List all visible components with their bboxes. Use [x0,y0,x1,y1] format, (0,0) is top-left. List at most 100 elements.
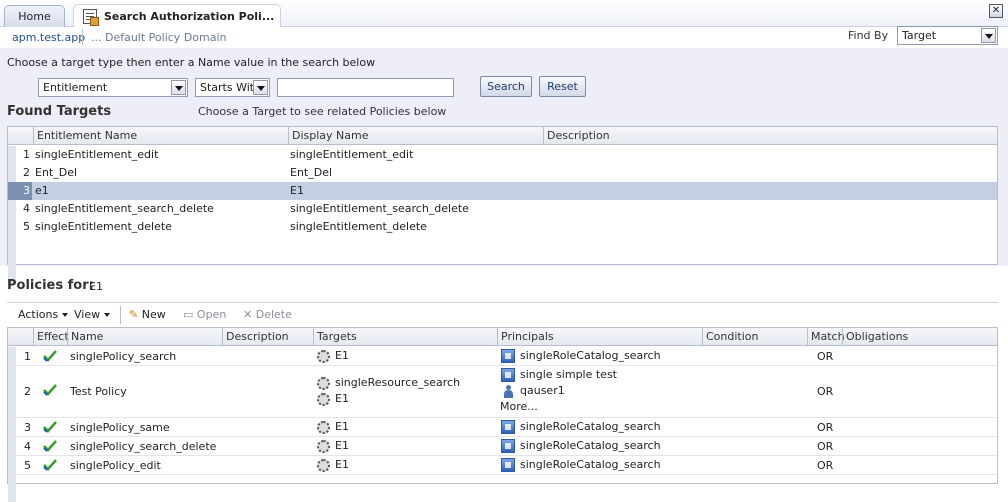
find-by-select[interactable]: Target [897,26,998,45]
column-header-targets[interactable]: Targets [313,328,498,346]
column-header-display-name[interactable]: Display Name [288,127,543,145]
actions-label: Actions [18,308,59,321]
column-header-condition[interactable]: Condition [702,328,808,346]
reset-button[interactable]: Reset [539,76,586,97]
toolbar-divider [120,306,121,324]
role-icon [501,368,515,382]
new-button[interactable]: ✎ New [129,308,166,321]
open-button[interactable]: ▭ Open [183,308,226,321]
description [542,218,545,236]
chevron-down-icon[interactable] [253,80,268,95]
policy-principal: singleRoleCatalog_search [501,439,661,453]
column-header-description[interactable]: Description [543,127,998,145]
table-row[interactable]: 2 Test Policy singleResource_search E1 s… [8,366,997,418]
entitlement-name: e1 [35,184,49,197]
policies-target-name: E1 [89,280,103,293]
entitlement-name: singleEntitlement_search_delete [35,202,214,215]
principal-label: singleRoleCatalog_search [520,458,661,471]
table-row[interactable]: 5 singleEntitlement_delete singleEntitle… [8,218,997,236]
view-menu[interactable]: View [74,308,111,321]
open-label: Open [196,308,227,321]
column-header-principals[interactable]: Principals [497,328,703,346]
column-header-name[interactable]: Name [67,328,222,346]
table-row[interactable]: 2 Ent_Del Ent_Del [8,164,997,182]
row-number: 2 [24,385,31,398]
delete-icon: ✕ [243,308,253,321]
tab-search-authorization-policies[interactable]: Search Authorization Poli... [73,4,281,28]
actions-menu[interactable]: Actions [18,308,69,321]
column-header-match[interactable]: Match [807,328,845,346]
target-label: E1 [335,392,349,405]
target-type-select[interactable]: Entitlement [38,78,188,97]
policy-target: E1 [317,458,349,472]
policy-name[interactable]: singlePolicy_edit [70,459,161,472]
principal-label: singleRoleCatalog_search [520,439,661,452]
chevron-down-icon[interactable] [171,80,186,95]
found-targets-hint: Choose a Target to see related Policies … [198,105,447,118]
breadcrumb-domain[interactable]: ... Default Policy Domain [91,31,227,44]
principal-label: qauser1 [520,384,565,397]
table-row[interactable]: 5 singlePolicy_edit E1 singleRoleCatalog… [8,456,997,475]
table-row[interactable]: 3 singlePolicy_same E1 singleRoleCatalog… [8,418,997,437]
policy-principal: singleRoleCatalog_search [501,458,661,472]
description [542,182,545,200]
check-icon [43,350,57,362]
target-label: singleResource_search [335,376,461,389]
found-targets-title: Found Targets [7,104,112,119]
row-number: 5 [23,220,30,233]
chevron-down-icon[interactable] [981,28,996,43]
user-icon [504,384,513,398]
policy-principal: singleRoleCatalog_search [501,349,661,363]
principal-label: single simple test [520,368,617,381]
breadcrumb-divider [82,29,83,45]
table-row[interactable]: 1 singleEntitlement_edit singleEntitleme… [8,146,997,164]
tab-label: Search Authorization Poli... [104,10,275,23]
policy-name[interactable]: singlePolicy_same [70,421,170,434]
policy-name[interactable]: singlePolicy_search_delete [70,440,216,453]
find-by-value: Target [902,29,937,42]
document-icon [83,9,99,26]
row-number: 3 [24,421,31,434]
table-row[interactable]: 4 singlePolicy_search_delete E1 singleRo… [8,437,997,456]
check-icon [43,440,57,452]
new-icon: ✎ [129,308,139,321]
policy-name[interactable]: singlePolicy_search [70,350,176,363]
row-number: 1 [23,148,30,161]
delete-button[interactable]: ✕ Delete [243,308,292,321]
chevron-down-icon [62,313,69,317]
match-value: OR [817,459,834,472]
description [542,146,545,164]
operator-select[interactable]: Starts With [195,78,270,97]
policies-title: Policies for: [7,278,94,293]
gear-icon [317,392,330,406]
display-name: singleEntitlement_search_delete [290,202,469,215]
column-header-description[interactable]: Description [222,328,314,346]
match-value: OR [817,440,834,453]
check-icon [43,459,57,471]
new-label: New [141,308,166,321]
column-header-effect[interactable]: Effect [33,328,69,346]
row-number: 4 [24,440,31,453]
row-number: 2 [23,166,30,179]
gear-icon [317,420,330,434]
table-row-selected[interactable]: 3 e1 E1 [8,182,997,200]
principal-label: singleRoleCatalog_search [520,349,661,362]
table-row[interactable]: 1 singlePolicy_search E1 singleRoleCatal… [8,347,997,366]
entitlement-name: singleEntitlement_edit [35,148,159,161]
folder-icon: ▭ [183,308,194,321]
more-link[interactable]: More... [500,400,538,413]
close-tab-button[interactable]: ✕ [989,4,1003,18]
breadcrumb-app[interactable]: apm.test.app [12,31,85,44]
column-header-obligations[interactable]: Obligations [842,328,998,346]
tab-home[interactable]: Home [4,5,65,27]
target-label: E1 [335,349,349,362]
column-header-entitlement-name[interactable]: Entitlement Name [33,127,288,145]
table-row[interactable]: 4 singleEntitlement_search_delete single… [8,200,997,218]
policy-principal: single simple test [501,368,617,382]
close-icon: ✕ [991,5,1001,16]
policy-name[interactable]: Test Policy [70,385,127,398]
name-search-input[interactable] [277,78,454,97]
search-button[interactable]: Search [480,76,532,97]
gear-icon [317,458,330,472]
entitlement-name: singleEntitlement_delete [35,220,172,233]
